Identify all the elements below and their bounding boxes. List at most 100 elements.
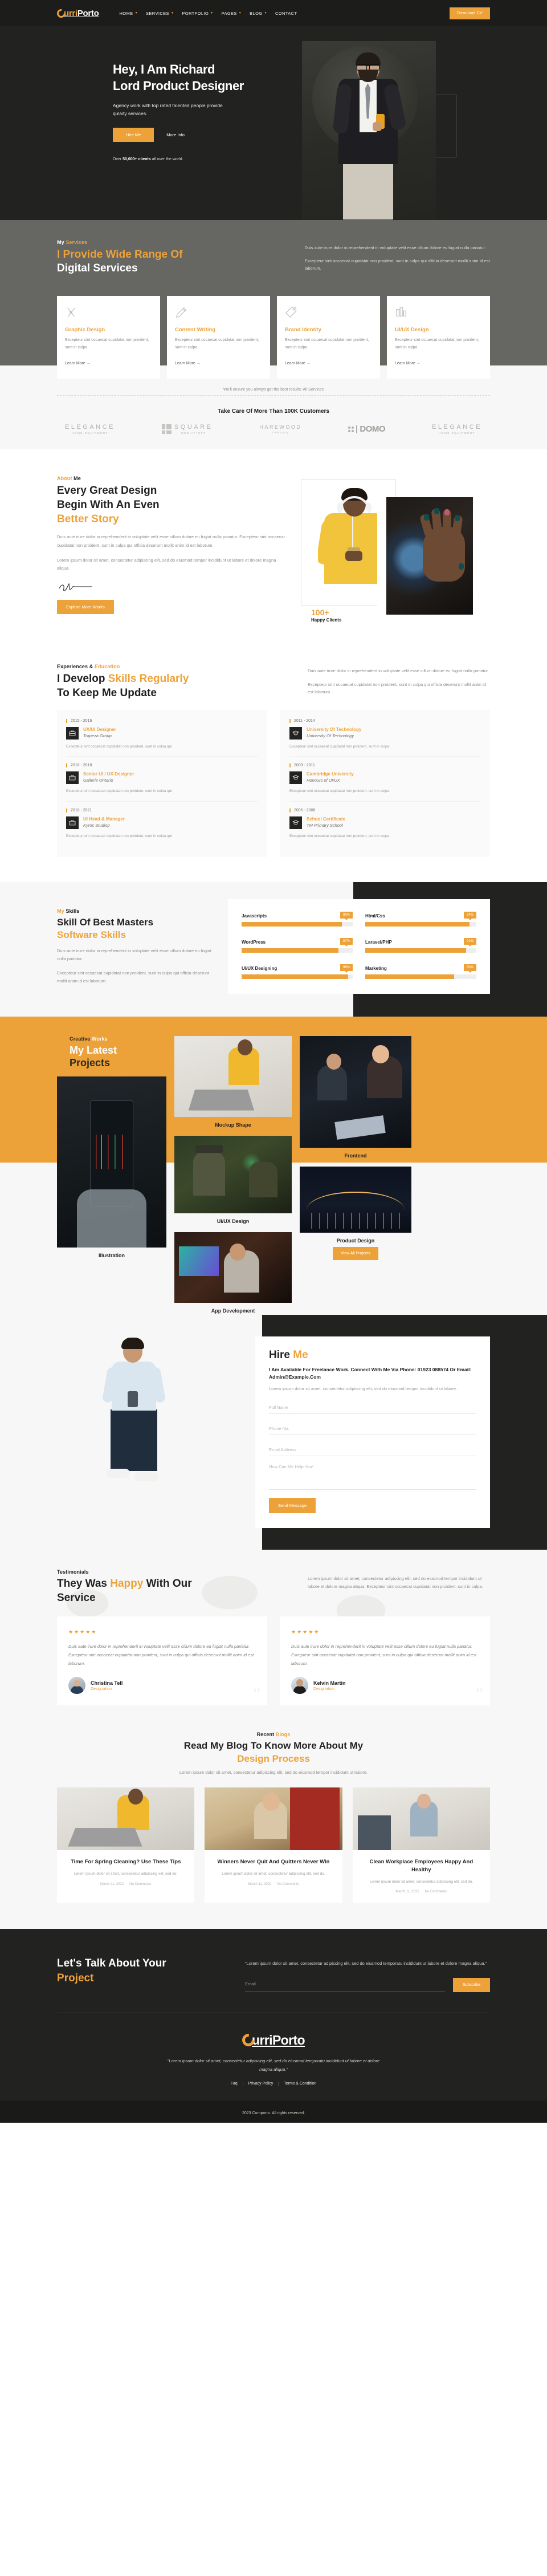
layout-icon [395, 306, 407, 319]
footer-link-terms[interactable]: Terms & Condition [279, 2082, 321, 2086]
full-name-input[interactable] [269, 1404, 476, 1410]
blog-post-date: March 11, 2022 [248, 1882, 272, 1886]
learn-more-link[interactable]: Learn More → [285, 361, 311, 365]
nav-item-blog[interactable]: BLOG ▼ [250, 11, 267, 16]
portfolio-item-app-development[interactable]: App Development [174, 1232, 292, 1315]
skill-percent: 80% [463, 964, 476, 973]
field-email[interactable] [269, 1435, 476, 1456]
learn-more-link[interactable]: Learn More → [65, 361, 91, 365]
nav-item-home[interactable]: HOME ▼ [119, 11, 137, 16]
blog-post-title: Time For Spring Cleaning? Use These Tips [70, 1859, 181, 1866]
skill-bar-laravelphp: Laravel/PHP 91% [365, 937, 476, 953]
blog-image [57, 1787, 195, 1851]
quote-mark-icon: ” [252, 1685, 260, 1704]
resume-paragraph-2: Excepteur sint occaecat cupidatat non pr… [308, 681, 486, 695]
skill-bar-htmlcss: Html/Css 94% [365, 911, 476, 927]
site-logo[interactable]: urriPorto [55, 7, 99, 19]
blog-eyebrow: Recent Blogs [256, 1732, 291, 1738]
download-cv-button[interactable]: Download CV [450, 7, 490, 19]
resume-paragraph-1: Duis aute irure dolor in reprehenderit i… [308, 668, 489, 674]
blog-card-clean-workplace[interactable]: Clean Workplace Employees Happy And Heal… [352, 1787, 490, 1903]
skill-name: Laravel/PHP [365, 939, 392, 945]
blog-image [352, 1787, 490, 1851]
nav-item-contact[interactable]: CONTACT [275, 11, 297, 16]
field-phone[interactable] [269, 1414, 476, 1435]
item-org: University Of Technology [307, 733, 354, 738]
service-card-brand-identity[interactable]: Brand Identity Excepteur sint occaecat c… [277, 296, 380, 379]
about-paragraph-2: Lorem ipsum dolor sit amet, consectetur … [57, 557, 276, 571]
portfolio-item-mockup-shape[interactable]: Mockup Shape [174, 1035, 292, 1129]
testimonial-designation: Designation [313, 1687, 334, 1691]
footer-logo[interactable]: urriPorto [239, 2031, 305, 2049]
field-message[interactable] [269, 1456, 476, 1490]
experience-item: 2018 - 2021 UI Head & Manager Kyros Stud… [66, 808, 258, 846]
learn-more-link[interactable]: Learn More → [175, 361, 201, 365]
tag-icon [285, 306, 297, 319]
hero-title-line1: Hey, I Am Richard [113, 62, 215, 76]
footer-links: Faq Privacy Policy Terms & Condition [57, 2081, 490, 2086]
resume-title-line2: To Keep Me Update [57, 686, 157, 699]
portfolio-item-product-design[interactable]: Product Design View All Projects [300, 1166, 411, 1260]
service-card-content-writing[interactable]: Content Writing Excepteur sint occaecat … [167, 296, 270, 379]
avatar [291, 1677, 308, 1695]
portfolio-item-uiux-design[interactable]: UI/UX Design [174, 1135, 292, 1225]
resume-title-orange: Skills Regularly [108, 673, 189, 685]
newsletter-field[interactable] [245, 1978, 445, 1992]
stat-label: Happy Clients [311, 617, 342, 623]
item-year: 2018 - 2021 [66, 808, 258, 812]
about-title-line2: Begin With An Even [57, 498, 160, 511]
briefcase-icon [66, 771, 79, 785]
portfolio-item-illustration[interactable]: Illustration [57, 1076, 166, 1259]
services-card-list: Graphic Design Excepteur sint occaecat c… [57, 296, 490, 379]
blog-card-winners-never-quit[interactable]: Winners Never Quit And Quitters Never Wi… [205, 1787, 342, 1903]
learn-more-link[interactable]: Learn More → [395, 361, 421, 365]
service-title: UI/UX Design [395, 327, 429, 334]
about-paragraph-1: Duis aute irure dolor in reprehenderit i… [57, 534, 285, 548]
blog-post-comments: No Comments [277, 1882, 299, 1886]
newsletter-email-input[interactable] [245, 1981, 445, 1986]
field-full-name[interactable] [269, 1393, 476, 1414]
explore-more-works-button[interactable]: Explore More Works [57, 600, 114, 615]
pencil-icon [175, 306, 187, 319]
client-logo-harewood: HAREWOOD company [259, 424, 302, 434]
email-input[interactable] [269, 1447, 476, 1452]
logo-text-urri: urri [64, 8, 77, 18]
hire-me-button[interactable]: Hire Me [113, 128, 154, 143]
item-desc: Excepteur sint occaecat cupidatat non pr… [289, 789, 390, 794]
service-card-graphic-design[interactable]: Graphic Design Excepteur sint occaecat c… [57, 296, 160, 379]
phone-input[interactable] [269, 1425, 476, 1431]
service-title: Content Writing [175, 327, 216, 334]
message-textarea[interactable] [269, 1464, 476, 1485]
footer-link-privacy-policy[interactable]: Privacy Policy [243, 2081, 279, 2086]
blog-card-spring-cleaning[interactable]: Time For Spring Cleaning? Use These Tips… [57, 1787, 195, 1903]
blog-title-line2: Design Process [237, 1753, 310, 1765]
stat-number: 100+ [311, 608, 329, 617]
nav-item-pages[interactable]: PAGES ▼ [221, 11, 242, 16]
blog-section: Recent Blogs Read My Blog To Know More A… [0, 1728, 547, 1929]
quote-mark-icon: ” [475, 1685, 483, 1704]
view-all-projects-button[interactable]: View All Projects [333, 1246, 378, 1260]
clients-heading: Take Care Of More Than 100K Customers [218, 408, 329, 415]
skill-percent: 87% [340, 937, 353, 946]
send-message-button[interactable]: Send Message [269, 1497, 316, 1513]
skill-percent: 96% [340, 964, 353, 973]
portfolio-image [57, 1076, 166, 1248]
more-info-link[interactable]: More Info [166, 132, 185, 137]
service-card-uiux-design[interactable]: UI/UX Design Excepteur sint occaecat cup… [387, 296, 490, 379]
skills-bars-card: Javascripts 90% Html/Css 94% WordPress 87% … [228, 899, 490, 994]
portfolio-image [174, 1135, 292, 1213]
services-title: I Provide Wide Range Of Digital Services [57, 248, 282, 275]
experience-item: 2016 - 2018 Senior UI / UX Designer Gall… [66, 763, 258, 802]
nav-item-portfolio[interactable]: PORTFOLIO ▼ [182, 11, 213, 16]
nav-item-services[interactable]: SERVICES ▼ [146, 11, 174, 16]
item-year: 2016 - 2018 [66, 763, 258, 768]
subscribe-button[interactable]: Subscribe [452, 1977, 490, 1992]
portfolio-caption: Frontend [344, 1152, 367, 1159]
nav-label: PAGES [221, 10, 237, 16]
portfolio-item-frontend[interactable]: Frontend [300, 1035, 411, 1160]
education-column: 2011 - 2014 University Of Technology Uni… [280, 709, 490, 857]
footer-link-faq[interactable]: Faq [226, 2081, 243, 2086]
copyright-text: 2023 Curriporto. All rights reserved. [242, 2111, 305, 2115]
portfolio-caption: Illustration [98, 1252, 125, 1258]
hero-title-line2: Lord Product Designer [113, 78, 244, 93]
